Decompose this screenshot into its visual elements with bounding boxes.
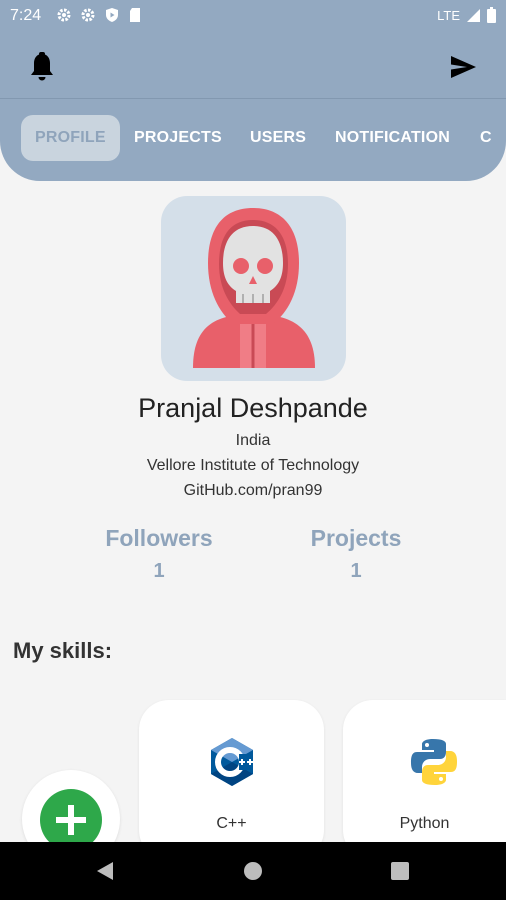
network-type: LTE — [437, 7, 460, 23]
signal-icon — [467, 8, 480, 22]
settings-icon — [57, 8, 71, 22]
profile-github[interactable]: GitHub.com/pran99 — [0, 482, 506, 500]
status-bar: 7:24 LTE — [0, 0, 506, 32]
status-icons — [56, 7, 142, 23]
projects-label[interactable]: Projects — [276, 525, 436, 552]
skills-heading: My skills: — [13, 638, 113, 663]
profile-institute: Vellore Institute of Technology — [146, 457, 360, 474]
system-nav-bar — [0, 842, 506, 900]
tab-more[interactable]: C — [480, 115, 492, 161]
tab-users[interactable]: USERS — [250, 115, 306, 161]
skill-card-cpp[interactable]: C++ — [139, 700, 324, 860]
followers-label[interactable]: Followers — [79, 525, 239, 552]
profile-country: India — [235, 432, 271, 449]
back-icon[interactable] — [95, 861, 115, 881]
settings-icon — [81, 8, 95, 22]
bell-icon[interactable] — [28, 52, 56, 82]
recents-icon[interactable] — [391, 862, 409, 880]
tab-profile[interactable]: PROFILE — [21, 115, 120, 161]
sd-card-icon — [130, 8, 140, 22]
skill-name: Python — [399, 815, 450, 832]
send-icon[interactable] — [449, 54, 477, 80]
python-logo-icon — [411, 739, 457, 785]
status-time: 7:24 — [10, 7, 42, 24]
projects-count: 1 — [350, 560, 362, 582]
tab-projects[interactable]: PROJECTS — [134, 115, 222, 161]
app-bar — [0, 32, 506, 99]
tab-bar: PROFILE PROJECTS USERS NOTIFICATION C — [0, 99, 506, 181]
skull-hoodie-avatar-icon — [193, 208, 315, 368]
tab-notification[interactable]: NOTIFICATION — [335, 115, 450, 161]
battery-icon — [487, 7, 496, 23]
status-right: LTE — [437, 7, 496, 23]
followers-count: 1 — [153, 560, 165, 582]
cpp-logo-icon — [211, 738, 253, 786]
shield-play-icon — [106, 8, 118, 22]
skill-name: C++ — [216, 815, 247, 832]
skill-card-python[interactable]: Python — [343, 700, 506, 860]
home-icon[interactable] — [243, 861, 263, 881]
avatar — [161, 196, 346, 381]
profile-name: Pranjal Deshpande — [138, 393, 368, 423]
